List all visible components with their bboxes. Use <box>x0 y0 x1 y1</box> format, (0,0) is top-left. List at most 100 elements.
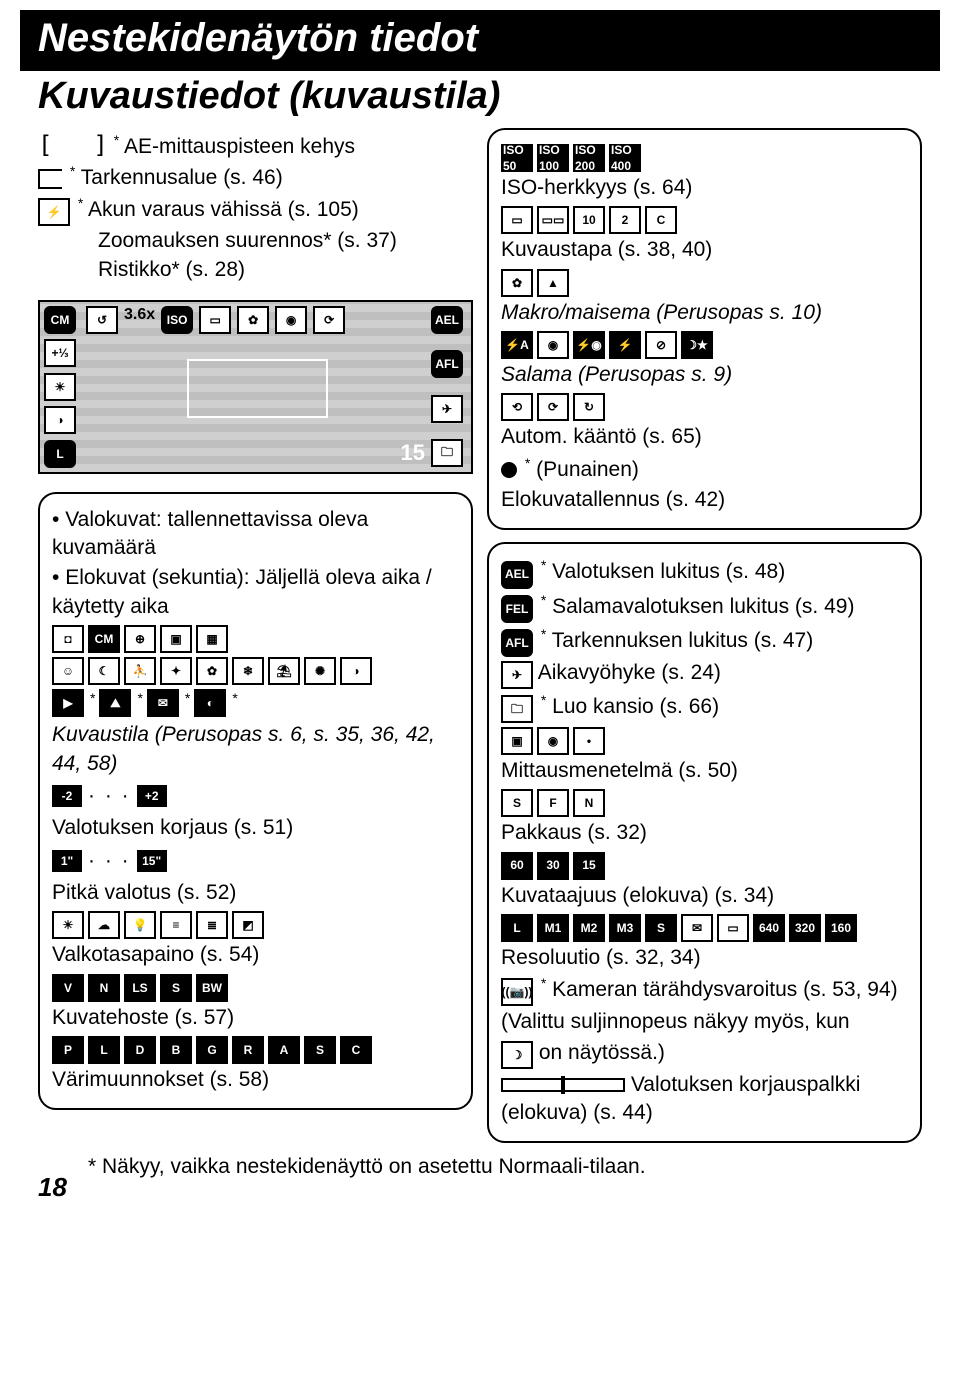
cc-b-icon: B <box>160 1036 192 1064</box>
cc-r-icon: R <box>232 1036 264 1064</box>
wb-fluor1-icon: ≡ <box>160 911 192 939</box>
t1-icon: 1" <box>52 850 82 872</box>
aquarium-icon: ◑ <box>340 657 372 685</box>
drive-icon: ▭ <box>199 306 231 334</box>
res-m1-icon: M1 <box>537 914 569 942</box>
movie-rec-label: Elokuvatallennus (s. 42) <box>501 486 908 514</box>
iso100-icon: ISO 100 <box>537 144 569 172</box>
exposure-bar-icon <box>501 1078 625 1092</box>
airplane-icon: ✈ <box>431 395 463 423</box>
long-exp-label: Pitkä valotus (s. 52) <box>52 879 459 907</box>
night-icon: ☾ <box>88 657 120 685</box>
rotate2-icon: ⟳ <box>313 306 345 334</box>
snow-icon: ❄ <box>232 657 264 685</box>
meter-eval-icon: ▣ <box>501 727 533 755</box>
meter-spot-icon: • <box>573 727 605 755</box>
res-wide-icon: ▭ <box>717 914 749 942</box>
bw-icon: BW <box>196 974 228 1002</box>
afl-icon: AFL <box>431 350 463 378</box>
left-callouts: [ ] AE-mittauspisteen kehys Tarkennusalu… <box>38 128 473 286</box>
rotate3-icon: ↻ <box>573 393 605 421</box>
flash-label: Salama (Perusopas s. 9) <box>501 361 908 389</box>
sepia-icon: S <box>160 974 192 1002</box>
drive-single-icon: ▭ <box>501 206 533 234</box>
color-conv-icons: P L D B G R A S C <box>52 1036 459 1064</box>
camera-icon: ◘ <box>52 625 84 653</box>
focus-frame-icon <box>38 169 62 189</box>
cc-d-icon: D <box>124 1036 156 1064</box>
res-m3-icon: M3 <box>609 914 641 942</box>
flash-slow-icon: ☽★ <box>681 331 713 359</box>
flash-icons: ⚡A ◉ ⚡◉ ⚡ ⊘ ☽★ <box>501 331 908 359</box>
wb-custom-icon: ◩ <box>232 911 264 939</box>
ae-lock-row: AEL Valotuksen lukitus (s. 48) <box>501 556 908 588</box>
rotate1-icon: ⟲ <box>501 393 533 421</box>
folder-row: 🗀 Luo kansio (s. 66) <box>501 691 908 723</box>
cc-l-icon: L <box>88 1036 120 1064</box>
shot-counter: 15 <box>401 440 425 466</box>
fine-icon: F <box>537 789 569 817</box>
cc-s-icon: S <box>304 1036 336 1064</box>
ael-icon: AEL <box>431 306 463 334</box>
plus2-icon: +2 <box>137 785 167 807</box>
fps15-icon: 15 <box>573 852 605 880</box>
res-post-icon: ✉ <box>681 914 713 942</box>
res-320-icon: 320 <box>789 914 821 942</box>
redeye-icon: ◉ <box>537 331 569 359</box>
af-lock-row: AFL Tarkennuksen lukitus (s. 47) <box>501 625 908 657</box>
shake-note-row: (Valittu suljinnopeus näkyy myös, kun <box>501 1008 908 1036</box>
color-conv-label: Värimuunnokset (s. 58) <box>52 1066 459 1094</box>
resolution-label: Resoluutio (s. 32, 34) <box>501 944 908 972</box>
afl-chip-icon: AFL <box>501 629 533 657</box>
minus2-icon: -2 <box>52 785 82 807</box>
shooting-mode-label: Kuvaustila (Perusopas s. 6, s. 35, 36, 4… <box>52 721 459 778</box>
party-icon: ✦ <box>160 657 192 685</box>
auto-icon: ⊕ <box>124 625 156 653</box>
iso-label: ISO-herkkyys (s. 64) <box>501 174 908 202</box>
redeye-icon: ◉ <box>275 306 307 334</box>
iso200-icon: ISO 200 <box>573 144 605 172</box>
cc-p-icon: P <box>52 1036 84 1064</box>
fel-chip-icon: FEL <box>501 595 533 623</box>
drive-label: Kuvaustapa (s. 38, 40) <box>501 236 908 264</box>
expbar-row: Valotuksen korjauspalkki (elokuva) (s. 4… <box>501 1071 908 1128</box>
firework-icon: ✺ <box>304 657 336 685</box>
res-m2-icon: M2 <box>573 914 605 942</box>
res-s-icon: S <box>645 914 677 942</box>
wb-tungsten-icon: 💡 <box>124 911 156 939</box>
flash-redeye-on-icon: ⚡◉ <box>573 331 605 359</box>
footnote: * Näkyy, vaikka nestekidenäyttö on asete… <box>20 1155 940 1179</box>
wb-sun-icon: ☀ <box>52 911 84 939</box>
res-160-icon: 160 <box>825 914 857 942</box>
scene1-icon: ▣ <box>160 625 192 653</box>
right-info-box-top: ISO 50 ISO 100 ISO 200 ISO 400 ISO-herkk… <box>487 128 922 530</box>
right-info-box-bottom: AEL Valotuksen lukitus (s. 48) FEL Salam… <box>487 542 922 1143</box>
subtitle: Kuvaustiedot (kuvaustila) <box>20 75 940 128</box>
shake-row: ((📷)) Kameran tärähdysvaroitus (s. 53, 9… <box>501 974 908 1006</box>
wb-sun-icon: ☀ <box>44 373 76 401</box>
wb-fluor2-icon: ≣ <box>196 911 228 939</box>
shooting-mode-icons: ◘ CM ⊕ ▣ ▦ <box>52 625 459 653</box>
night-mode-icon: ☽ <box>501 1041 533 1069</box>
timer10-icon: 10 <box>573 206 605 234</box>
flash-off-icon: ⊘ <box>645 331 677 359</box>
macro-icon: ✿ <box>501 269 533 297</box>
flash-on-icon: ⚡ <box>609 331 641 359</box>
wb-icons: ☀ ☁ 💡 ≡ ≣ ◩ <box>52 911 459 939</box>
fe-lock-row: FEL Salamavalotuksen lukitus (s. 49) <box>501 591 908 623</box>
cc-c-icon: C <box>340 1036 372 1064</box>
fps60-icon: 60 <box>501 852 533 880</box>
title-bar: Nestekidenäytön tiedot <box>20 10 940 71</box>
cc-a-icon: A <box>268 1036 300 1064</box>
rotate2-icon: ⟳ <box>537 393 569 421</box>
metering-icons: ▣ ◉ • <box>501 727 908 755</box>
record-dot-icon <box>501 462 517 478</box>
compress-label: Pakkaus (s. 32) <box>501 819 908 847</box>
movie-mode-icons: ▶ ⛰ ✉ ◐ <box>52 689 459 719</box>
cm-icon: CM <box>88 625 120 653</box>
battery-icon: ⚡ <box>38 198 70 226</box>
meter-center-icon: ◉ <box>537 727 569 755</box>
kids-icon: ⛹ <box>124 657 156 685</box>
page-number: 18 <box>38 1172 67 1203</box>
movie3-icon: ✉ <box>147 689 179 717</box>
